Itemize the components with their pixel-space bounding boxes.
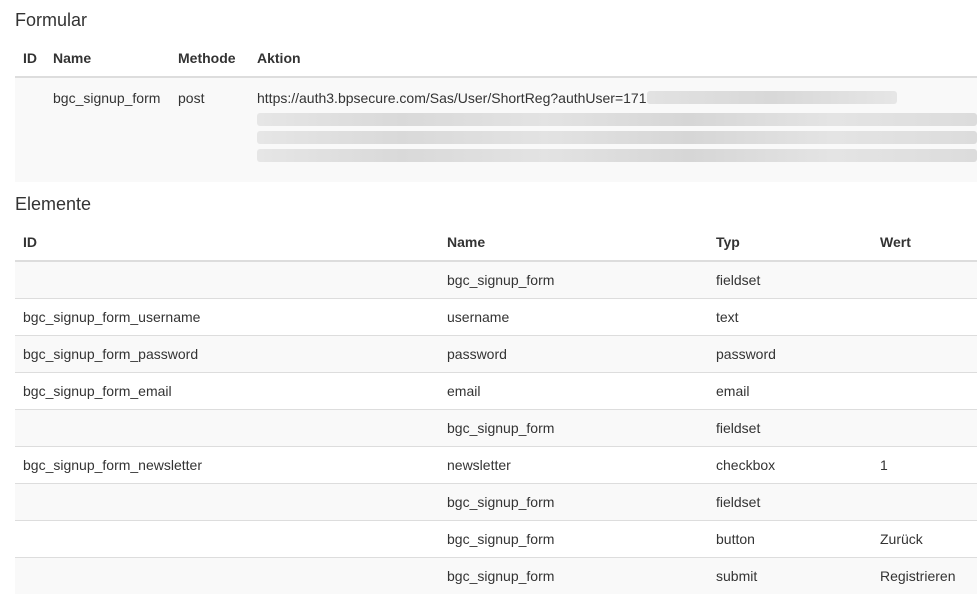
element-value — [872, 483, 977, 521]
elements-header-value: Wert — [872, 224, 977, 262]
redacted-blur — [257, 149, 977, 162]
element-id: bgc_signup_form_password — [15, 335, 439, 373]
element-id: bgc_signup_form_username — [15, 298, 439, 336]
form-header-id: ID — [15, 40, 45, 78]
element-name: bgc_signup_form — [439, 409, 708, 447]
table-row: bgc_signup_form_password password passwo… — [15, 335, 977, 373]
element-type: checkbox — [708, 446, 872, 484]
element-type: email — [708, 372, 872, 410]
element-value: Registrieren — [872, 557, 977, 594]
element-value — [872, 298, 977, 336]
form-table-header-row: ID Name Methode Aktion — [15, 40, 977, 78]
element-name: bgc_signup_form — [439, 557, 708, 594]
table-row: bgc_signup_form fieldset — [15, 409, 977, 447]
form-row: bgc_signup_form post https://auth3.bpsec… — [15, 77, 977, 182]
element-id — [15, 409, 439, 447]
element-name: password — [439, 335, 708, 373]
elements-header-type: Typ — [708, 224, 872, 262]
formular-title: Formular — [15, 10, 88, 30]
element-type: submit — [708, 557, 872, 594]
redacted-blur — [257, 131, 977, 144]
element-value: Zurück — [872, 520, 977, 558]
elements-table: ID Name Typ Wert bgc_signup_form fieldse… — [15, 224, 977, 594]
element-value — [872, 372, 977, 410]
form-cell-name: bgc_signup_form — [45, 77, 170, 182]
elements-table-header-row: ID Name Typ Wert — [15, 224, 977, 262]
elements-header-name: Name — [439, 224, 708, 262]
table-row: bgc_signup_form_username username text — [15, 298, 977, 336]
element-id — [15, 260, 439, 299]
redacted-blur — [646, 91, 897, 104]
element-name: bgc_signup_form — [439, 260, 708, 299]
element-name: username — [439, 298, 708, 336]
element-value — [872, 260, 977, 299]
form-cell-method: post — [170, 77, 249, 182]
table-row: bgc_signup_form_email email email — [15, 372, 977, 410]
element-type: password — [708, 335, 872, 373]
element-id — [15, 483, 439, 521]
element-type: fieldset — [708, 260, 872, 299]
element-id: bgc_signup_form_newsletter — [15, 446, 439, 484]
element-name: newsletter — [439, 446, 708, 484]
form-action-url-text: https://auth3.bpsecure.com/Sas/User/Shor… — [257, 90, 647, 106]
element-type: text — [708, 298, 872, 336]
form-action-url: https://auth3.bpsecure.com/Sas/User/Shor… — [257, 88, 977, 108]
table-row: bgc_signup_form submit Registrieren — [15, 557, 977, 594]
form-header-method: Methode — [170, 40, 249, 78]
form-cell-id — [15, 77, 45, 182]
elements-header-id: ID — [15, 224, 439, 262]
table-row: bgc_signup_form fieldset — [15, 260, 977, 299]
form-header-name: Name — [45, 40, 170, 78]
element-name: email — [439, 372, 708, 410]
table-row: bgc_signup_form fieldset — [15, 483, 977, 521]
element-id — [15, 557, 439, 594]
element-value: 1 — [872, 446, 977, 484]
element-type: fieldset — [708, 409, 872, 447]
form-cell-action: https://auth3.bpsecure.com/Sas/User/Shor… — [249, 77, 977, 182]
redacted-blur — [257, 113, 977, 126]
element-name: bgc_signup_form — [439, 520, 708, 558]
form-header-action: Aktion — [249, 40, 977, 78]
element-id — [15, 520, 439, 558]
element-type: fieldset — [708, 483, 872, 521]
form-table: ID Name Methode Aktion bgc_signup_form p… — [15, 40, 977, 182]
elemente-title: Elemente — [15, 194, 92, 214]
element-type: button — [708, 520, 872, 558]
element-name: bgc_signup_form — [439, 483, 708, 521]
element-id: bgc_signup_form_email — [15, 372, 439, 410]
table-row: bgc_signup_form_newsletter newsletter ch… — [15, 446, 977, 484]
element-value — [872, 409, 977, 447]
element-value — [872, 335, 977, 373]
table-row: bgc_signup_form button Zurück — [15, 520, 977, 558]
